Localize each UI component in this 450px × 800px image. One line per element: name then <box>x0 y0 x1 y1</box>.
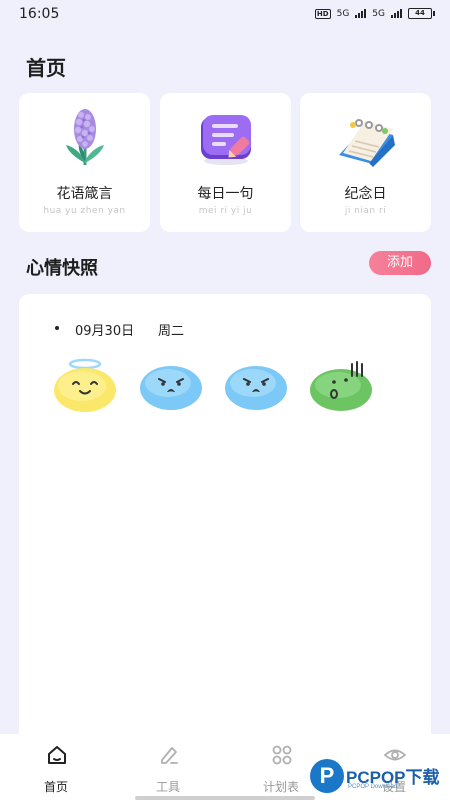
tool-card-flower-language[interactable]: 花语箴言 hua yu zhen yan <box>19 93 150 232</box>
speechless-mood-icon <box>310 361 372 411</box>
edit-icon <box>161 747 178 764</box>
watermark: P PCPOP下载 PCPOP Download <box>310 759 450 797</box>
bullet-dot <box>55 326 59 330</box>
add-mood-button[interactable]: 添加 <box>369 251 431 275</box>
signal-icon-2 <box>391 9 402 18</box>
angel-smile-mood-icon <box>54 358 116 412</box>
tool-card-anniversary[interactable]: 纪念日 ji nian ri <box>300 93 431 232</box>
surprised-mood-icon <box>225 366 287 410</box>
home-indicator <box>135 796 315 800</box>
notebook-pen-icon <box>201 115 251 165</box>
watermark-logo-icon: P <box>310 759 344 793</box>
battery-level: 44 <box>415 9 425 17</box>
mood-section-title: 心情快照 <box>26 258 98 279</box>
grid-icon <box>272 745 292 765</box>
mood-weekday: 周二 <box>158 324 185 339</box>
hyacinth-flower-icon <box>66 109 104 165</box>
tab-tools[interactable]: 工具 <box>112 734 224 800</box>
hd-icon: HD <box>314 8 331 19</box>
mood-date: 09月30日 <box>75 324 135 339</box>
battery-icon: 44 <box>408 8 435 19</box>
tab-home[interactable]: 首页 <box>0 734 112 800</box>
tool-title: 每日一句 <box>197 186 254 202</box>
tab-label: 首页 <box>43 780 68 794</box>
tab-label: 工具 <box>155 780 180 794</box>
watermark-sub: PCPOP Download <box>348 784 398 790</box>
surprised-mood-icon <box>140 366 202 410</box>
tool-pinyin: mei ri yi ju <box>198 206 253 216</box>
page-title: 首页 <box>26 56 66 80</box>
tool-pinyin: ji nian ri <box>344 206 387 216</box>
network-5g-label: 5G <box>336 8 350 19</box>
tool-title: 纪念日 <box>344 186 387 202</box>
tool-card-daily-quote[interactable]: 每日一句 mei ri yi ju <box>160 93 291 232</box>
home-icon <box>48 746 66 764</box>
signal-icon <box>355 9 367 18</box>
tool-title: 花语箴言 <box>56 186 113 202</box>
network-5g-label-2: 5G <box>372 8 385 19</box>
tool-pinyin: hua yu zhen yan <box>43 206 126 216</box>
status-icons: HD 5G 5G 44 <box>314 8 435 19</box>
desk-calendar-icon <box>339 119 395 167</box>
mood-panel: 09月30日 周二 <box>19 294 431 754</box>
status-bar: 16:05 HD 5G 5G 44 <box>0 0 450 30</box>
status-time: 16:05 <box>19 6 60 22</box>
